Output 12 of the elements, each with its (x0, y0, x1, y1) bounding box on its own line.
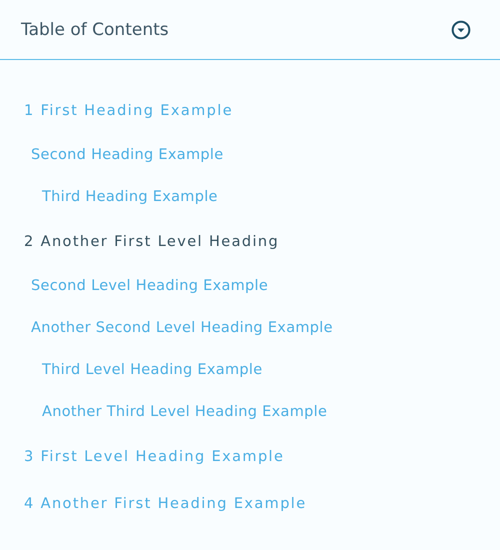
toc-link[interactable]: Another Third Level Heading Example (42, 404, 328, 420)
toc-link[interactable]: Second Level Heading Example (31, 278, 268, 294)
toc-link[interactable]: Third Heading Example (42, 189, 218, 205)
toc-link[interactable]: 3 First Level Heading Example (24, 448, 284, 464)
dropdown-icon[interactable] (451, 20, 471, 40)
toc-title: Table of Contents (21, 20, 169, 40)
toc-link[interactable]: Second Heading Example (31, 147, 224, 163)
toc-link[interactable]: 1 First Heading Example (24, 102, 234, 118)
toc-link[interactable]: 2 Another First Level Heading (24, 234, 280, 250)
toc-link[interactable]: Third Level Heading Example (42, 362, 262, 378)
toc-link[interactable]: Another Second Level Heading Example (31, 320, 333, 336)
toc-link[interactable]: 4 Another First Heading Example (24, 496, 307, 512)
